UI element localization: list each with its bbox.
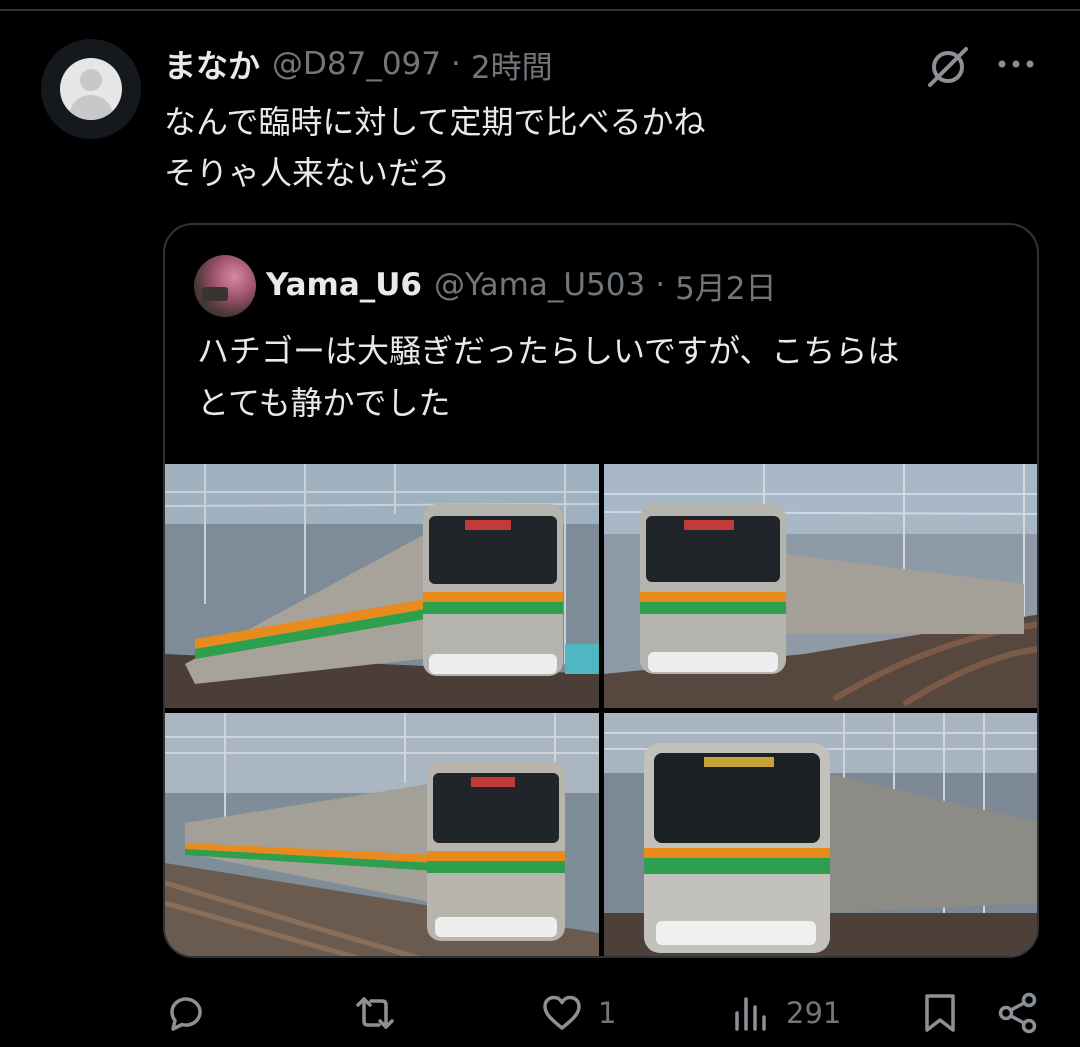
train-photo-2[interactable] <box>604 464 1037 708</box>
post-timestamp[interactable]: 2時間 <box>471 42 553 87</box>
grok-icon[interactable] <box>924 42 972 90</box>
like-icon <box>543 995 581 1030</box>
reply-button[interactable] <box>164 988 222 1038</box>
repost-icon <box>356 997 394 1029</box>
media-grid <box>165 464 1037 956</box>
quoted-text: ハチゴーは大騒ぎだったらしいですが、こちらは とても静かでした <box>197 325 1017 429</box>
train-photo-4[interactable] <box>604 713 1037 956</box>
quoted-header: Yama_U6 @Yama_U503 · 5月2日 <box>266 263 777 307</box>
share-button[interactable] <box>996 988 1040 1038</box>
train-photo-3[interactable] <box>165 713 599 956</box>
quoted-avatar[interactable] <box>194 255 256 317</box>
like-count: 1 <box>598 996 617 1030</box>
post-text-line: そりゃ人来ないだろ <box>164 154 451 192</box>
separator-dot: · <box>655 267 666 303</box>
post-text: なんで臨時に対して定期で比べるかね そりゃ人来ないだろ <box>164 97 1024 199</box>
like-button[interactable]: 1 <box>540 988 616 1038</box>
share-icon <box>998 992 1037 1034</box>
bookmark-button[interactable] <box>920 988 960 1038</box>
author-display-name[interactable]: まなか <box>164 41 260 87</box>
top-divider <box>0 9 1080 11</box>
quoted-handle: @Yama_U503 <box>433 267 646 303</box>
bookmark-icon <box>925 994 955 1032</box>
quoted-text-line: ハチゴーは大騒ぎだったらしいですが、こちらは <box>197 332 900 370</box>
train-photo-1[interactable] <box>165 464 599 708</box>
quoted-timestamp: 5月2日 <box>675 270 777 307</box>
more-icon[interactable] <box>994 50 1038 78</box>
repost-button[interactable] <box>353 988 411 1038</box>
reply-icon <box>170 997 202 1031</box>
quoted-text-line: とても静かでした <box>197 384 451 422</box>
post-text-line: なんで臨時に対して定期で比べるかね <box>164 103 706 141</box>
action-bar: 1 291 <box>160 988 1040 1038</box>
avatar[interactable] <box>41 39 141 139</box>
views-button[interactable]: 291 <box>732 988 841 1038</box>
quoted-post-card[interactable]: Yama_U6 @Yama_U503 · 5月2日 ハチゴーは大騒ぎだったらしい… <box>163 223 1039 958</box>
author-handle[interactable]: @D87_097 <box>272 46 441 82</box>
post-header: まなか @D87_097 · 2時間 <box>164 42 553 86</box>
view-count: 291 <box>786 996 842 1030</box>
separator-dot: · <box>451 46 461 82</box>
views-icon <box>735 997 766 1031</box>
default-profile-icon <box>60 58 122 120</box>
quoted-display-name: Yama_U6 <box>266 267 422 303</box>
